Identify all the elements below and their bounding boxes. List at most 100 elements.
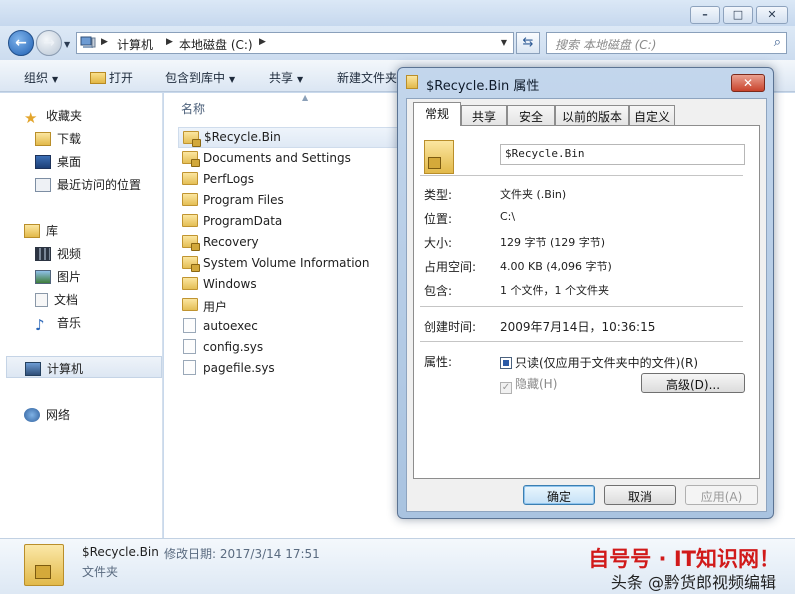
search-input[interactable]: 搜索 本地磁盘 (C:) ⌕ xyxy=(546,32,787,54)
close-icon: ✕ xyxy=(767,8,777,21)
divider xyxy=(420,175,743,176)
nav-libraries[interactable]: 库 xyxy=(24,222,58,239)
navigation-pane: ★ 收藏夹 下载 桌面 最近访问的位置 库 视频 图片 文档 ♪ 音乐 计算机 网络 xyxy=(0,93,163,538)
nav-item-music[interactable]: ♪ 音乐 xyxy=(35,314,81,333)
search-icon[interactable]: ⌕ xyxy=(774,35,781,50)
file-name: 用户 xyxy=(203,300,228,314)
close-icon: ✕ xyxy=(742,76,754,90)
dialog-close-button[interactable]: ✕ xyxy=(731,74,765,92)
file-name: autoexec xyxy=(203,319,258,333)
search-placeholder: 搜索 本地磁盘 (C:) xyxy=(555,38,657,52)
file-name: System Volume Information xyxy=(203,256,370,270)
address-history-dropdown[interactable]: ▼ xyxy=(501,38,507,47)
refresh-button[interactable]: ⇆ xyxy=(516,32,540,54)
organize-button[interactable]: 组织 ▼ xyxy=(24,69,58,86)
readonly-checkbox[interactable]: 只读(仅应用于文件夹中的文件)(R) xyxy=(500,354,698,371)
size-value: 129 字节 (129 字节) xyxy=(500,236,606,249)
nav-network-label: 网络 xyxy=(46,408,71,422)
forward-button[interactable]: → xyxy=(36,30,62,56)
breadcrumb-separator-icon: ▶ xyxy=(166,37,173,47)
lock-icon xyxy=(191,159,200,167)
contains-value: 1 个文件，1 个文件夹 xyxy=(500,284,609,297)
ok-button[interactable]: 确定 xyxy=(523,485,595,505)
forward-arrow-icon: → xyxy=(43,35,55,51)
breadcrumb-separator-icon: ▶ xyxy=(101,37,108,47)
computer-icon xyxy=(80,36,96,48)
refresh-icon: ⇆ xyxy=(522,35,534,50)
nav-downloads-label: 下载 xyxy=(57,132,82,146)
watermark-credit: 头条 @黔货郎视频编辑 xyxy=(610,573,776,592)
folder-name-field[interactable]: $Recycle.Bin xyxy=(500,144,745,165)
nav-item-downloads[interactable]: 下载 xyxy=(35,130,81,147)
watermark: 自号号 · IT知识网！ 头条 @黔货郎视频编辑 xyxy=(560,541,792,593)
system-file-icon xyxy=(183,339,196,354)
close-button[interactable]: ✕ xyxy=(756,6,788,24)
location-value: C:\ xyxy=(500,210,516,223)
include-in-library-button[interactable]: 包含到库中 ▼ xyxy=(165,69,235,86)
breadcrumb-drive-c[interactable]: 本地磁盘 (C:) xyxy=(179,36,253,53)
recent-places-icon xyxy=(35,178,51,192)
folder-icon xyxy=(182,193,198,206)
nav-computer[interactable]: 计算机 xyxy=(6,356,162,378)
network-icon xyxy=(24,408,40,422)
size-label: 大小: xyxy=(424,236,453,250)
folder-icon xyxy=(182,298,198,311)
minimize-button[interactable]: – xyxy=(690,6,720,24)
tab-general[interactable]: 常规 xyxy=(413,102,461,126)
folder-icon xyxy=(182,172,198,185)
readonly-label: 只读(仅应用于文件夹中的文件)(R) xyxy=(515,356,699,370)
hidden-checkbox[interactable]: ✓ 隐藏(H) xyxy=(500,375,557,394)
nav-network[interactable]: 网络 xyxy=(24,406,70,423)
nav-item-recent-places[interactable]: 最近访问的位置 xyxy=(35,176,141,193)
folder-icon xyxy=(182,277,198,290)
tab-sharing[interactable]: 共享 xyxy=(461,105,507,125)
size-on-disk-label: 占用空间: xyxy=(424,260,477,274)
share-button[interactable]: 共享 ▼ xyxy=(269,69,303,86)
new-folder-button[interactable]: 新建文件夹 xyxy=(337,69,397,86)
properties-dialog: $Recycle.Bin 属性 ✕ 常规 共享 安全 以前的版本 自定义 $Re… xyxy=(397,67,774,519)
locked-folder-large-icon xyxy=(24,544,64,586)
dialog-body: 常规 共享 安全 以前的版本 自定义 $Recycle.Bin 类型: 文件夹 … xyxy=(406,98,767,512)
file-name: config.sys xyxy=(203,340,264,354)
folder-icon xyxy=(90,72,106,84)
back-button[interactable]: ← xyxy=(8,30,34,56)
nav-item-documents[interactable]: 文档 xyxy=(35,291,78,308)
nav-computer-label: 计算机 xyxy=(47,362,84,376)
nav-videos-label: 视频 xyxy=(57,247,82,261)
nav-documents-label: 文档 xyxy=(54,293,79,307)
tab-security[interactable]: 安全 xyxy=(507,105,555,125)
apply-button[interactable]: 应用(A) xyxy=(685,485,758,505)
open-label: 打开 xyxy=(109,71,134,85)
lock-icon xyxy=(192,139,201,147)
attributes-label: 属性: xyxy=(424,355,453,369)
file-name: $Recycle.Bin xyxy=(204,130,281,144)
nav-recent-label: 最近访问的位置 xyxy=(57,178,142,192)
breadcrumb-computer[interactable]: 计算机 xyxy=(117,36,153,53)
open-button[interactable]: 打开 xyxy=(90,69,133,86)
file-name: Windows xyxy=(203,277,257,291)
cancel-button[interactable]: 取消 xyxy=(604,485,676,505)
tab-previous-versions[interactable]: 以前的版本 xyxy=(555,105,629,125)
breadcrumb-separator-icon: ▶ xyxy=(259,37,266,47)
address-row: ← → ▼ ▶ 计算机 ▶ 本地磁盘 (C:) ▶ ▼ ⇆ 搜索 本地磁盘 (C… xyxy=(0,26,795,60)
column-header-name[interactable]: 名称 xyxy=(181,100,205,117)
advanced-button[interactable]: 高级(D)... xyxy=(641,373,745,393)
library-icon xyxy=(24,224,40,238)
organize-label: 组织 xyxy=(24,71,49,85)
include-in-library-label: 包含到库中 xyxy=(165,71,226,85)
nav-pictures-label: 图片 xyxy=(57,270,82,284)
system-file-icon xyxy=(183,318,196,333)
tab-customize[interactable]: 自定义 xyxy=(629,105,675,125)
locked-folder-large-icon xyxy=(424,140,454,174)
address-bar[interactable]: ▶ 计算机 ▶ 本地磁盘 (C:) ▶ ▼ xyxy=(76,32,514,54)
details-modified: 修改日期: 2017/3/14 17:51 xyxy=(164,547,320,561)
recent-pages-dropdown[interactable]: ▼ xyxy=(64,40,70,49)
nav-item-videos[interactable]: 视频 xyxy=(35,245,81,262)
nav-item-pictures[interactable]: 图片 xyxy=(35,268,81,285)
maximize-button[interactable]: □ xyxy=(723,6,753,24)
locked-folder-icon xyxy=(183,131,201,147)
nav-favorites[interactable]: ★ 收藏夹 xyxy=(24,107,82,126)
lock-icon xyxy=(35,565,51,579)
created-label: 创建时间: xyxy=(424,320,477,334)
nav-item-desktop[interactable]: 桌面 xyxy=(35,153,81,170)
